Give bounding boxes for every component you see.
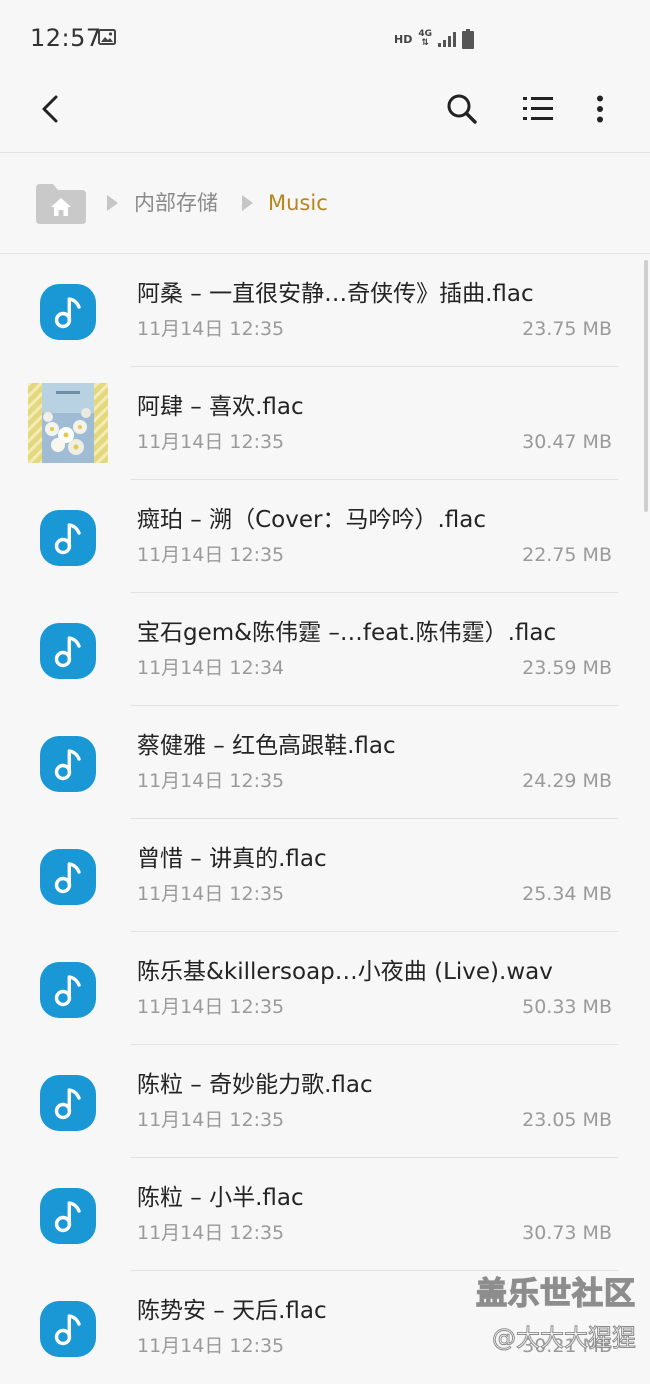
scrollbar[interactable] xyxy=(644,260,648,512)
status-bar: 12:57 HD 4G ⇅ xyxy=(0,0,650,78)
file-date: 11月14日 12:34 xyxy=(137,657,285,679)
back-button[interactable] xyxy=(26,78,74,140)
home-folder-icon[interactable] xyxy=(36,182,86,224)
music-note-icon xyxy=(40,510,96,566)
file-name: 曾惜 – 讲真的.flac xyxy=(137,846,327,872)
file-size: 25.34 MB xyxy=(522,883,612,905)
breadcrumb: 内部存储 Music xyxy=(0,153,650,253)
music-note-icon xyxy=(40,284,96,340)
file-date: 11月14日 12:35 xyxy=(137,1109,285,1131)
watermark-title: 盖乐世社区 xyxy=(475,1275,636,1312)
breadcrumb-internal-storage[interactable]: 内部存储 xyxy=(134,189,218,217)
chevron-right-icon xyxy=(107,195,118,211)
list-item[interactable]: 陈粒 – 小半.flac 11月14日 12:35 30.73 MB xyxy=(0,1158,650,1271)
list-item[interactable]: 阿桑 – 一直很安静…奇侠传》插曲.flac 11月14日 12:35 23.7… xyxy=(0,254,650,367)
list-item[interactable]: 陈粒 – 奇妙能力歌.flac 11月14日 12:35 23.05 MB xyxy=(0,1045,650,1158)
network-label: 4G ⇅ xyxy=(418,29,432,48)
music-note-icon xyxy=(40,1188,96,1244)
file-date: 11月14日 12:35 xyxy=(137,1335,285,1357)
music-note-icon xyxy=(40,1075,96,1131)
file-name: 宝石gem&陈伟霆 –…feat.陈伟霆）.flac xyxy=(137,620,557,646)
breadcrumb-music[interactable]: Music xyxy=(268,189,328,217)
list-view-button[interactable] xyxy=(514,78,562,140)
music-note-icon xyxy=(40,736,96,792)
list-item[interactable]: 曾惜 – 讲真的.flac 11月14日 12:35 25.34 MB xyxy=(0,819,650,932)
file-date: 11月14日 12:35 xyxy=(137,431,285,453)
file-date: 11月14日 12:35 xyxy=(137,996,285,1018)
watermark-subtitle: @大大大猩猩 xyxy=(492,1324,637,1353)
music-note-icon xyxy=(40,962,96,1018)
file-date: 11月14日 12:35 xyxy=(137,318,285,340)
search-icon xyxy=(447,94,477,124)
more-options-button[interactable] xyxy=(576,78,624,140)
app-toolbar xyxy=(0,78,650,152)
list-item[interactable]: 陈乐基&killersoap…小夜曲 (Live).wav 11月14日 12:… xyxy=(0,932,650,1045)
file-name: 癍珀 – 溯（Cover：马吟吟）.flac xyxy=(137,507,487,533)
file-size: 23.75 MB xyxy=(522,318,612,340)
gallery-icon xyxy=(98,29,116,45)
album-thumbnail xyxy=(28,383,108,463)
signal-icon xyxy=(438,32,456,47)
music-note-icon xyxy=(40,1301,96,1357)
file-size: 23.05 MB xyxy=(522,1109,612,1131)
file-size: 30.47 MB xyxy=(522,431,612,453)
file-date: 11月14日 12:35 xyxy=(137,770,285,792)
more-options-icon xyxy=(597,95,603,123)
list-item[interactable]: 阿肆 – 喜欢.flac 11月14日 12:35 30.47 MB xyxy=(0,367,650,480)
watermark: 盖乐世社区 @大大大猩猩 xyxy=(436,1268,636,1358)
file-name: 陈粒 – 奇妙能力歌.flac xyxy=(137,1072,373,1098)
list-item[interactable]: 蔡健雅 – 红色高跟鞋.flac 11月14日 12:35 24.29 MB xyxy=(0,706,650,819)
file-name: 阿桑 – 一直很安静…奇侠传》插曲.flac xyxy=(137,281,534,307)
network-type: 4G xyxy=(418,29,432,39)
hd-label: HD xyxy=(394,32,413,46)
status-time: 12:57 xyxy=(30,24,102,52)
file-name: 阿肆 – 喜欢.flac xyxy=(137,394,304,420)
file-name: 陈粒 – 小半.flac xyxy=(137,1185,304,1211)
search-button[interactable] xyxy=(438,78,486,140)
list-item[interactable]: 宝石gem&陈伟霆 –…feat.陈伟霆）.flac 11月14日 12:34 … xyxy=(0,593,650,706)
battery-icon xyxy=(462,29,474,49)
file-size: 50.33 MB xyxy=(522,996,612,1018)
file-size: 23.59 MB xyxy=(522,657,612,679)
list-view-icon xyxy=(523,97,553,120)
file-size: 30.73 MB xyxy=(522,1222,612,1244)
file-date: 11月14日 12:35 xyxy=(137,544,285,566)
file-size: 24.29 MB xyxy=(522,770,612,792)
back-arrow-icon xyxy=(42,95,58,123)
status-indicators: HD 4G ⇅ xyxy=(394,29,474,49)
chevron-right-icon xyxy=(242,195,253,211)
music-note-icon xyxy=(40,849,96,905)
file-size: 22.75 MB xyxy=(522,544,612,566)
music-note-icon xyxy=(40,623,96,679)
file-name: 陈乐基&killersoap…小夜曲 (Live).wav xyxy=(137,959,553,985)
file-name: 蔡健雅 – 红色高跟鞋.flac xyxy=(137,733,396,759)
file-date: 11月14日 12:35 xyxy=(137,883,285,905)
file-date: 11月14日 12:35 xyxy=(137,1222,285,1244)
list-item[interactable]: 癍珀 – 溯（Cover：马吟吟）.flac 11月14日 12:35 22.7… xyxy=(0,480,650,593)
